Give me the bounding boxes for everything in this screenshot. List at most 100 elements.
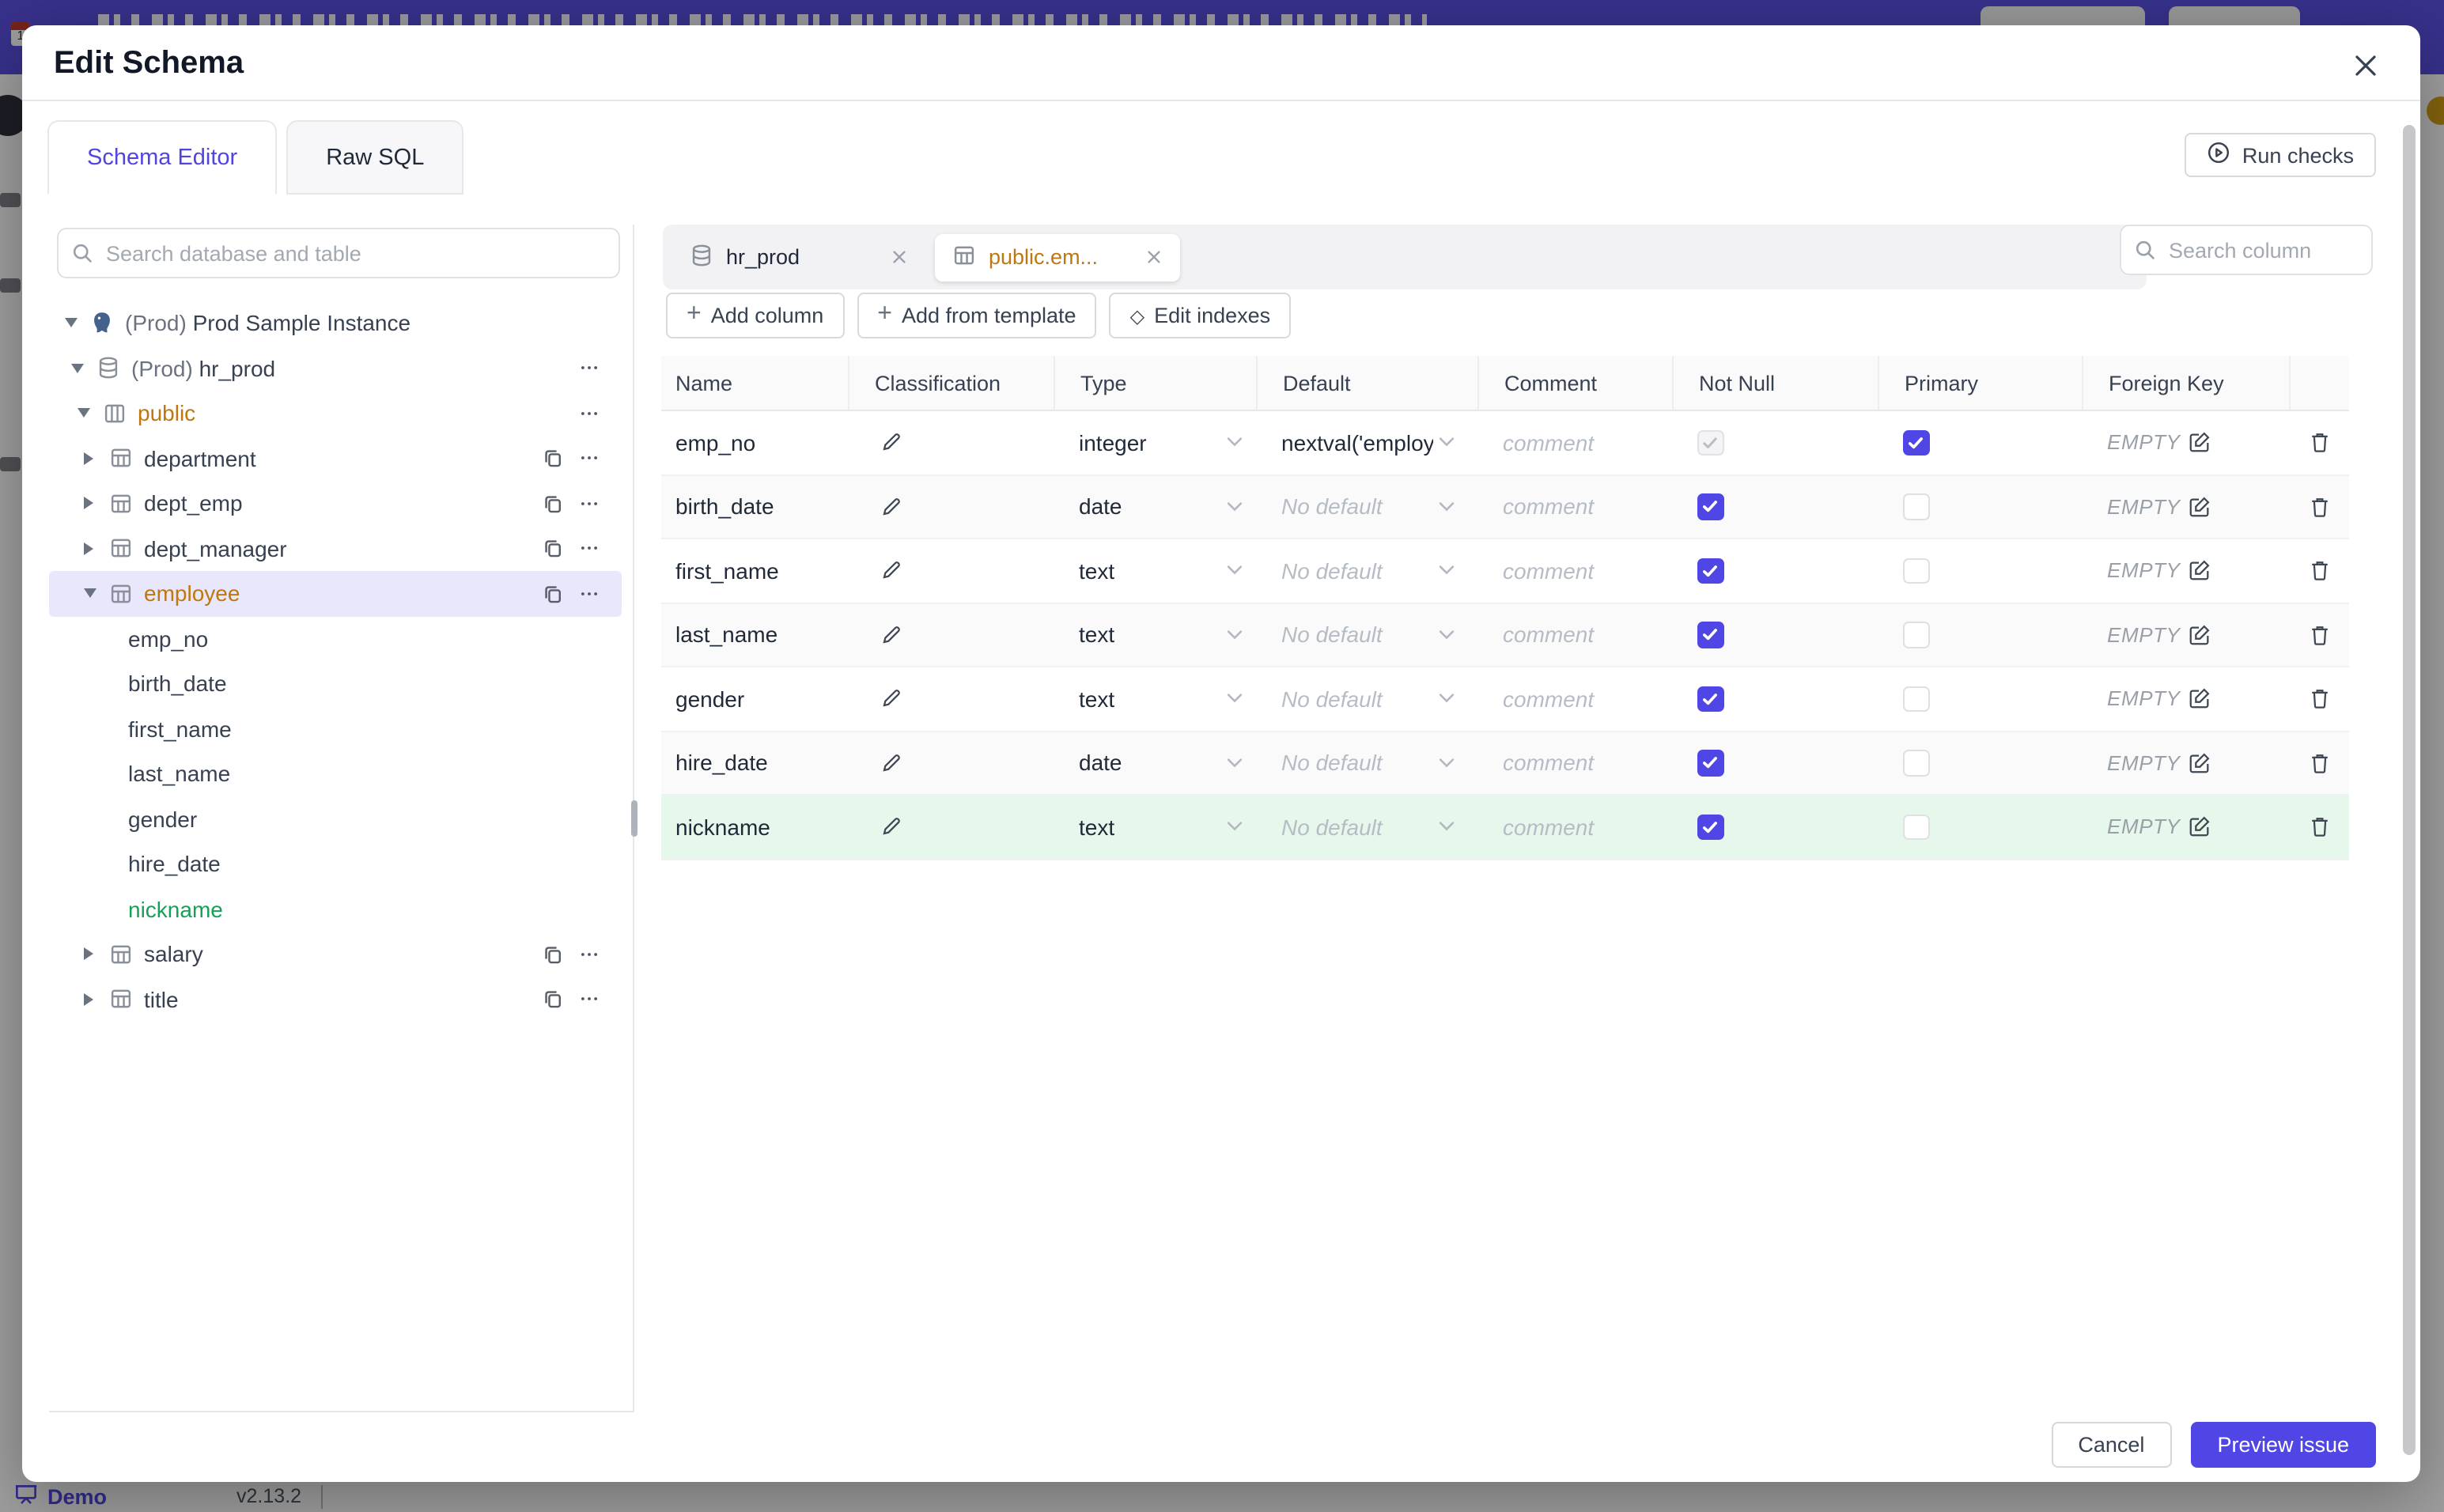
caret-right-icon[interactable]: [84, 948, 109, 961]
close-tab-icon[interactable]: [891, 248, 908, 266]
tree-item-last-name[interactable]: last_name: [49, 751, 622, 796]
edit-foreign-key-icon[interactable]: [2189, 495, 2212, 519]
not-null-checkbox[interactable]: [1697, 750, 1723, 776]
more-icon[interactable]: [579, 989, 600, 1010]
trash-icon[interactable]: [2307, 559, 2331, 583]
cell-type[interactable]: date: [1054, 731, 1256, 794]
copy-icon[interactable]: [543, 584, 563, 604]
cell-default[interactable]: No default: [1256, 539, 1477, 602]
cell-type[interactable]: text: [1054, 539, 1256, 602]
cell-comment[interactable]: comment: [1477, 411, 1672, 474]
cell-comment[interactable]: comment: [1477, 603, 1672, 666]
trash-icon[interactable]: [2307, 431, 2331, 455]
tree-item-hire-date[interactable]: hire_date: [49, 841, 622, 886]
caret-right-icon[interactable]: [84, 497, 109, 510]
primary-checkbox[interactable]: [1903, 622, 1929, 648]
tree-item-gender[interactable]: gender: [49, 796, 622, 841]
cell-type[interactable]: text: [1054, 796, 1256, 858]
editor-tab-public-em[interactable]: public.em...: [935, 233, 1180, 281]
tree-item-public[interactable]: public: [49, 391, 622, 436]
tree-item-salary[interactable]: salary: [49, 932, 622, 977]
tree-item-prod-sample-instance[interactable]: (Prod) Prod Sample Instance: [49, 301, 622, 346]
tree-item-employee[interactable]: employee: [49, 571, 622, 616]
cancel-button[interactable]: Cancel: [2051, 1422, 2172, 1467]
more-icon[interactable]: [579, 358, 600, 379]
more-icon[interactable]: [579, 944, 600, 965]
edit-indexes-button[interactable]: ◇ Edit indexes: [1109, 293, 1292, 338]
editor-tab-hr-prod[interactable]: hr_prod: [672, 233, 925, 281]
copy-icon[interactable]: [543, 448, 563, 469]
chevron-down-icon[interactable]: [1226, 629, 1243, 641]
sidebar-resize-handle[interactable]: [631, 800, 637, 837]
pencil-icon[interactable]: [880, 815, 903, 839]
more-icon[interactable]: [579, 539, 600, 559]
not-null-checkbox[interactable]: [1697, 814, 1723, 840]
cell-type[interactable]: date: [1054, 475, 1256, 538]
not-null-checkbox[interactable]: [1697, 429, 1723, 455]
more-icon[interactable]: [579, 403, 600, 424]
cell-comment[interactable]: comment: [1477, 667, 1672, 730]
caret-down-icon[interactable]: [78, 409, 103, 418]
cell-default[interactable]: No default: [1256, 667, 1477, 730]
primary-checkbox[interactable]: [1903, 493, 1929, 520]
cell-name[interactable]: first_name: [661, 539, 848, 602]
not-null-checkbox[interactable]: [1697, 558, 1723, 584]
more-icon[interactable]: [579, 448, 600, 469]
caret-right-icon[interactable]: [84, 452, 109, 465]
cell-name[interactable]: birth_date: [661, 475, 848, 538]
edit-foreign-key-icon[interactable]: [2189, 623, 2212, 647]
tree-item-hr-prod[interactable]: (Prod) hr_prod: [49, 346, 622, 391]
trash-icon[interactable]: [2307, 623, 2331, 647]
cell-default[interactable]: No default: [1256, 475, 1477, 538]
tree-item-department[interactable]: department: [49, 436, 622, 481]
tab-raw-sql[interactable]: Raw SQL: [286, 120, 464, 195]
edit-foreign-key-icon[interactable]: [2189, 431, 2212, 455]
cell-type[interactable]: text: [1054, 667, 1256, 730]
cell-default[interactable]: No default: [1256, 603, 1477, 666]
cell-name[interactable]: emp_no: [661, 411, 848, 474]
not-null-checkbox[interactable]: [1697, 686, 1723, 712]
chevron-down-icon[interactable]: [1438, 565, 1455, 576]
column-search-input[interactable]: [2120, 225, 2373, 275]
tree-item-first-name[interactable]: first_name: [49, 706, 622, 751]
primary-checkbox[interactable]: [1903, 429, 1929, 455]
cell-type[interactable]: text: [1054, 603, 1256, 666]
caret-down-icon[interactable]: [65, 319, 90, 328]
modal-scrollbar[interactable]: [2403, 125, 2416, 1455]
tree-item-birth-date[interactable]: birth_date: [49, 661, 622, 706]
pencil-icon[interactable]: [880, 687, 903, 711]
trash-icon[interactable]: [2307, 687, 2331, 711]
cell-name[interactable]: last_name: [661, 603, 848, 666]
caret-down-icon[interactable]: [84, 589, 109, 599]
trash-icon[interactable]: [2307, 495, 2331, 519]
add-from-template-button[interactable]: + Add from template: [857, 293, 1097, 338]
tree-item-emp-no[interactable]: emp_no: [49, 616, 622, 661]
chevron-down-icon[interactable]: [1226, 565, 1243, 576]
copy-icon[interactable]: [543, 493, 563, 514]
trash-icon[interactable]: [2307, 751, 2331, 775]
primary-checkbox[interactable]: [1903, 686, 1929, 712]
tree-item-title[interactable]: title: [49, 977, 622, 1022]
cell-comment[interactable]: comment: [1477, 796, 1672, 858]
copy-icon[interactable]: [543, 944, 563, 965]
caret-right-icon[interactable]: [84, 993, 109, 1006]
edit-foreign-key-icon[interactable]: [2189, 559, 2212, 583]
cell-default[interactable]: No default: [1256, 796, 1477, 858]
cell-comment[interactable]: comment: [1477, 539, 1672, 602]
chevron-down-icon[interactable]: [1226, 822, 1243, 833]
chevron-down-icon[interactable]: [1226, 694, 1243, 705]
preview-issue-button[interactable]: Preview issue: [2190, 1422, 2376, 1467]
copy-icon[interactable]: [543, 539, 563, 559]
chevron-down-icon[interactable]: [1438, 437, 1455, 448]
chevron-down-icon[interactable]: [1226, 758, 1243, 769]
close-tab-icon[interactable]: [1145, 248, 1163, 266]
close-icon[interactable]: [2351, 51, 2379, 79]
primary-checkbox[interactable]: [1903, 814, 1929, 840]
pencil-icon[interactable]: [880, 431, 903, 455]
chevron-down-icon[interactable]: [1438, 501, 1455, 512]
chevron-down-icon[interactable]: [1438, 822, 1455, 833]
chevron-down-icon[interactable]: [1438, 758, 1455, 769]
caret-right-icon[interactable]: [84, 542, 109, 555]
edit-foreign-key-icon[interactable]: [2189, 815, 2212, 839]
primary-checkbox[interactable]: [1903, 558, 1929, 584]
